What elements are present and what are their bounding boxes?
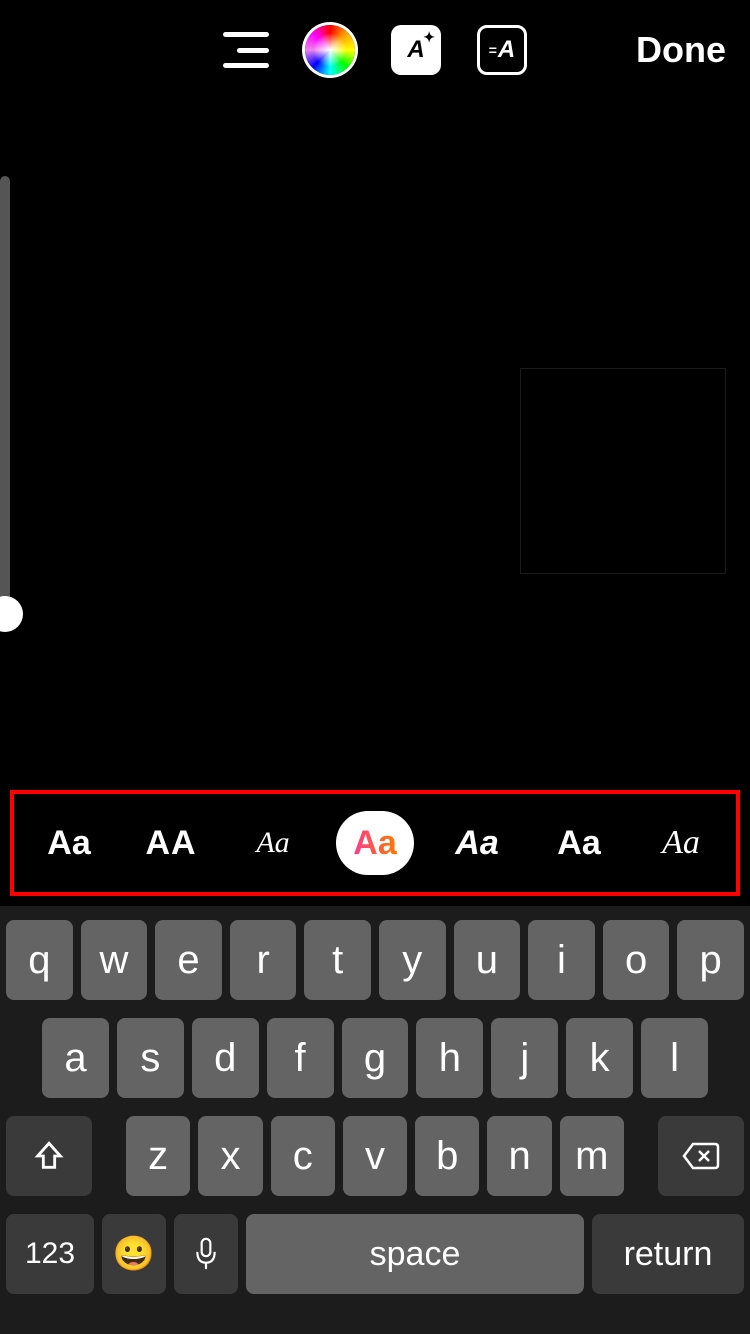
emoji-key[interactable]: 😀 <box>102 1214 166 1294</box>
slider-thumb[interactable] <box>0 596 23 632</box>
numbers-key[interactable]: 123 <box>6 1214 94 1294</box>
key-q[interactable]: q <box>6 920 73 1000</box>
text-align-button[interactable] <box>223 32 269 68</box>
key-e[interactable]: e <box>155 920 222 1000</box>
key-j[interactable]: j <box>491 1018 558 1098</box>
font-option-gradient[interactable]: Aa <box>336 811 414 875</box>
key-f[interactable]: f <box>267 1018 334 1098</box>
font-option-classic[interactable]: Aa <box>30 811 108 875</box>
key-r[interactable]: r <box>230 920 297 1000</box>
backspace-key[interactable] <box>658 1116 744 1196</box>
shift-key[interactable] <box>6 1116 92 1196</box>
shift-icon <box>32 1139 66 1173</box>
font-style-picker: Aa AA Aa Aa Aa Aa Aa <box>10 790 740 896</box>
key-p[interactable]: p <box>677 920 744 1000</box>
text-animation-button[interactable]: = A <box>477 25 527 75</box>
ios-keyboard: q w e r t y u i o p a s d f g h j k l z … <box>0 906 750 1334</box>
key-n[interactable]: n <box>487 1116 551 1196</box>
font-option-script[interactable]: Aa <box>234 811 312 875</box>
sparkle-icon: ✦ <box>423 29 435 46</box>
color-picker-button[interactable] <box>305 25 355 75</box>
dictation-key[interactable] <box>174 1214 238 1294</box>
key-a[interactable]: a <box>42 1018 109 1098</box>
key-m[interactable]: m <box>560 1116 624 1196</box>
space-key[interactable]: space <box>246 1214 584 1294</box>
font-option-bold-italic[interactable]: Aa <box>438 811 516 875</box>
text-effects-button[interactable]: A ✦ <box>391 25 441 75</box>
key-g[interactable]: g <box>342 1018 409 1098</box>
key-h[interactable]: h <box>416 1018 483 1098</box>
key-l[interactable]: l <box>641 1018 708 1098</box>
key-u[interactable]: u <box>454 920 521 1000</box>
done-button[interactable]: Done <box>636 29 726 71</box>
return-key[interactable]: return <box>592 1214 744 1294</box>
font-size-slider[interactable] <box>0 176 10 616</box>
key-x[interactable]: x <box>198 1116 262 1196</box>
text-input-area[interactable] <box>520 368 726 574</box>
key-w[interactable]: w <box>81 920 148 1000</box>
key-t[interactable]: t <box>304 920 371 1000</box>
key-k[interactable]: k <box>566 1018 633 1098</box>
key-b[interactable]: b <box>415 1116 479 1196</box>
story-text-toolbar: A ✦ = A Done <box>0 0 750 100</box>
key-o[interactable]: o <box>603 920 670 1000</box>
motion-lines-icon: = <box>489 42 497 58</box>
emoji-icon: 😀 <box>113 1234 155 1274</box>
key-i[interactable]: i <box>528 920 595 1000</box>
key-v[interactable]: v <box>343 1116 407 1196</box>
key-d[interactable]: d <box>192 1018 259 1098</box>
backspace-icon <box>681 1141 721 1171</box>
key-c[interactable]: c <box>271 1116 335 1196</box>
font-option-mixed[interactable]: Aa <box>540 811 618 875</box>
key-z[interactable]: z <box>126 1116 190 1196</box>
key-s[interactable]: s <box>117 1018 184 1098</box>
microphone-icon <box>193 1236 219 1272</box>
font-option-serif[interactable]: Aa <box>642 811 720 875</box>
font-option-caps[interactable]: AA <box>132 811 210 875</box>
key-y[interactable]: y <box>379 920 446 1000</box>
